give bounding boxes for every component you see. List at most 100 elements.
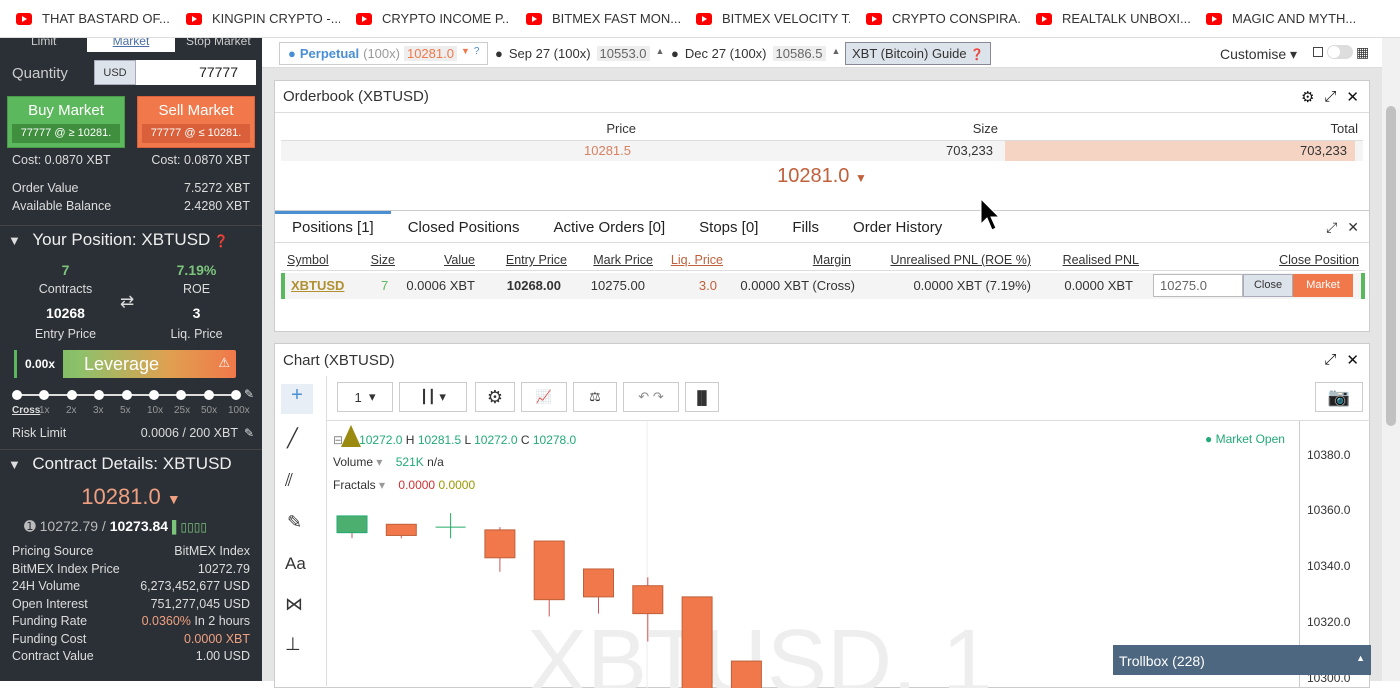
- edit-risk-icon[interactable]: ✎: [244, 426, 254, 440]
- market-close-button[interactable]: Market: [1293, 274, 1353, 297]
- leverage-stop[interactable]: [121, 390, 132, 400]
- bookmark-item[interactable]: MAGIC AND MYTH...: [1190, 11, 1360, 26]
- pattern-tool[interactable]: ⋈: [285, 594, 303, 615]
- tab-positions-1[interactable]: Closed Positions: [391, 211, 537, 242]
- expand-icon[interactable]: ⤢: [1324, 351, 1336, 369]
- bookmark-item[interactable]: REALTALK UNBOXI...: [1020, 11, 1190, 26]
- perpetual-contract[interactable]: ● Perpetual (100x) 10281.0 ▼ ?: [279, 42, 489, 65]
- dec-contract[interactable]: ● Dec 27 (100x) 10586.5 ▲: [671, 46, 840, 61]
- sell-market-button[interactable]: Sell Market 77777 @ ≤ 10281.: [137, 96, 255, 148]
- indicators-button[interactable]: 📈: [521, 382, 567, 412]
- expand-icon[interactable]: ⤢: [1326, 219, 1337, 236]
- tab-positions-2[interactable]: Active Orders [0]: [536, 211, 682, 242]
- close-price-input[interactable]: 10275.0: [1153, 274, 1243, 297]
- leverage-tick-label[interactable]: 3x: [93, 405, 104, 416]
- sell-sub: 77777 @ ≤ 10281.: [142, 124, 250, 143]
- positions-col-header[interactable]: Margin: [721, 253, 851, 267]
- tab-stop-market[interactable]: Stop Market: [175, 38, 262, 52]
- bookmark-item[interactable]: THAT BASTARD OF...: [0, 11, 170, 26]
- leverage-tick-label[interactable]: 10x: [147, 405, 163, 416]
- edit-icon[interactable]: ✎: [244, 387, 254, 401]
- trollbox[interactable]: Trollbox (228) ▲: [1113, 645, 1371, 675]
- positions-col-header[interactable]: Size: [365, 253, 395, 267]
- close-icon[interactable]: ✕: [1346, 351, 1359, 369]
- positions-col-header[interactable]: Liq. Price: [663, 253, 723, 267]
- tab-positions-4[interactable]: Fills: [775, 211, 836, 242]
- bookmark-item[interactable]: BITMEX VELOCITY T...: [680, 11, 850, 26]
- bookmark-item[interactable]: CRYPTO CONSPIRA...: [850, 11, 1020, 26]
- guide-button[interactable]: XBT (Bitcoin) Guide ❓: [845, 42, 991, 65]
- leverage-tick-label[interactable]: 2x: [66, 405, 77, 416]
- grid-icon[interactable]: ▦: [1356, 44, 1369, 61]
- sep-contract[interactable]: ● Sep 27 (100x) 10553.0 ▲: [495, 46, 664, 61]
- candle-body: [484, 529, 516, 559]
- leverage-stop[interactable]: [203, 390, 214, 400]
- scroll-thumb[interactable]: [1386, 106, 1396, 426]
- leverage-stop[interactable]: [66, 390, 77, 400]
- checkbox-icon[interactable]: [1313, 47, 1323, 57]
- crosshair-tool[interactable]: +: [281, 384, 313, 414]
- close-icon[interactable]: ✕: [1347, 219, 1359, 236]
- indicators-icon: 📈: [535, 389, 553, 404]
- leverage-tick-label[interactable]: 5x: [120, 405, 131, 416]
- chart-area[interactable]: XBTUSD, 1 ⊟ O 10272.0 H 10281.5 L 10272.…: [327, 420, 1371, 688]
- position-header[interactable]: ▼ Your Position: XBTUSD ❓: [0, 225, 262, 250]
- positions-col-header[interactable]: Mark Price: [579, 253, 653, 267]
- candle-body: [632, 585, 664, 615]
- buy-market-button[interactable]: Buy Market 77777 @ ≥ 10281.: [7, 96, 125, 148]
- risk-limit-label: Risk Limit: [12, 426, 67, 440]
- tab-positions-3[interactable]: Stops [0]: [682, 211, 775, 242]
- leverage-stop[interactable]: [176, 390, 187, 400]
- ask-price: 10281.5: [584, 143, 631, 158]
- leverage-tick-label[interactable]: 50x: [201, 405, 217, 416]
- positions-col-header[interactable]: Symbol: [287, 253, 347, 267]
- chart-style-select[interactable]: ┃┃ ▾: [399, 382, 467, 412]
- fib-tool[interactable]: ⫽: [285, 470, 293, 491]
- up-arrow-icon: ▲: [1356, 653, 1365, 663]
- bookmark-item[interactable]: CRYPTO INCOME P...: [340, 11, 510, 26]
- leverage-tick-label[interactable]: 25x: [174, 405, 190, 416]
- order-sidebar: Limit Market Stop Market Quantity USD 77…: [0, 38, 262, 681]
- close-icon[interactable]: ✕: [1346, 88, 1359, 106]
- position-symbol[interactable]: XBTUSD: [291, 278, 344, 293]
- leverage-stop[interactable]: [231, 390, 242, 400]
- settings-button[interactable]: ⚙: [475, 382, 515, 412]
- expand-icon[interactable]: ⤢: [1324, 88, 1336, 106]
- bookmark-item[interactable]: BITMEX FAST MON...: [510, 11, 680, 26]
- positions-col-header[interactable]: Unrealised PNL (ROE %): [885, 253, 1031, 267]
- tab-positions-5[interactable]: Order History: [836, 211, 959, 242]
- leverage-stop[interactable]: [149, 390, 159, 400]
- contract-header[interactable]: ▼ Contract Details: XBTUSD: [0, 449, 262, 474]
- positions-col-header[interactable]: Entry Price: [491, 253, 567, 267]
- positions-col-header[interactable]: Value: [401, 253, 475, 267]
- customise-dropdown[interactable]: Customise ▾: [1220, 46, 1297, 63]
- leverage-stop[interactable]: [39, 390, 50, 400]
- leverage-tick-label[interactable]: 1x: [39, 405, 50, 416]
- interval-select[interactable]: 1 ▾: [337, 382, 393, 412]
- brush-tool[interactable]: ✎: [287, 512, 302, 533]
- bar-chart-button[interactable]: ▐▌: [685, 382, 719, 412]
- undo-redo[interactable]: ↶ ↷: [623, 382, 679, 412]
- tab-market[interactable]: Market: [87, 38, 175, 52]
- leverage-tick-label[interactable]: Cross: [12, 405, 40, 416]
- quantity-input[interactable]: 77777: [136, 60, 256, 85]
- leverage-stop[interactable]: [12, 390, 22, 400]
- trend-line-tool[interactable]: ╱: [287, 428, 298, 449]
- snapshot-button[interactable]: 📷: [1315, 382, 1363, 412]
- help-icon[interactable]: ❓: [214, 234, 229, 248]
- positions-col-header[interactable]: Close Position: [1241, 253, 1359, 267]
- measure-tool[interactable]: ⊥: [285, 634, 301, 655]
- leverage-tick-label[interactable]: 100x: [228, 405, 250, 416]
- leverage-stop[interactable]: [94, 390, 105, 400]
- close-button[interactable]: Close: [1243, 274, 1293, 297]
- text-tool[interactable]: Aa: [285, 554, 306, 574]
- positions-col-header[interactable]: Realised PNL: [1051, 253, 1139, 267]
- theme-toggle[interactable]: [1327, 45, 1353, 59]
- compare-button[interactable]: ⚖: [573, 382, 617, 412]
- tab-limit[interactable]: Limit: [0, 38, 87, 52]
- page-scrollbar[interactable]: [1382, 38, 1400, 681]
- tab-positions-0[interactable]: Positions [1]: [275, 211, 391, 242]
- orderbook-ask-row[interactable]: 10281.5 703,233 703,233: [281, 141, 1363, 161]
- bookmark-item[interactable]: KINGPIN CRYPTO -...: [170, 11, 340, 26]
- gear-icon[interactable]: ⚙: [1301, 88, 1314, 106]
